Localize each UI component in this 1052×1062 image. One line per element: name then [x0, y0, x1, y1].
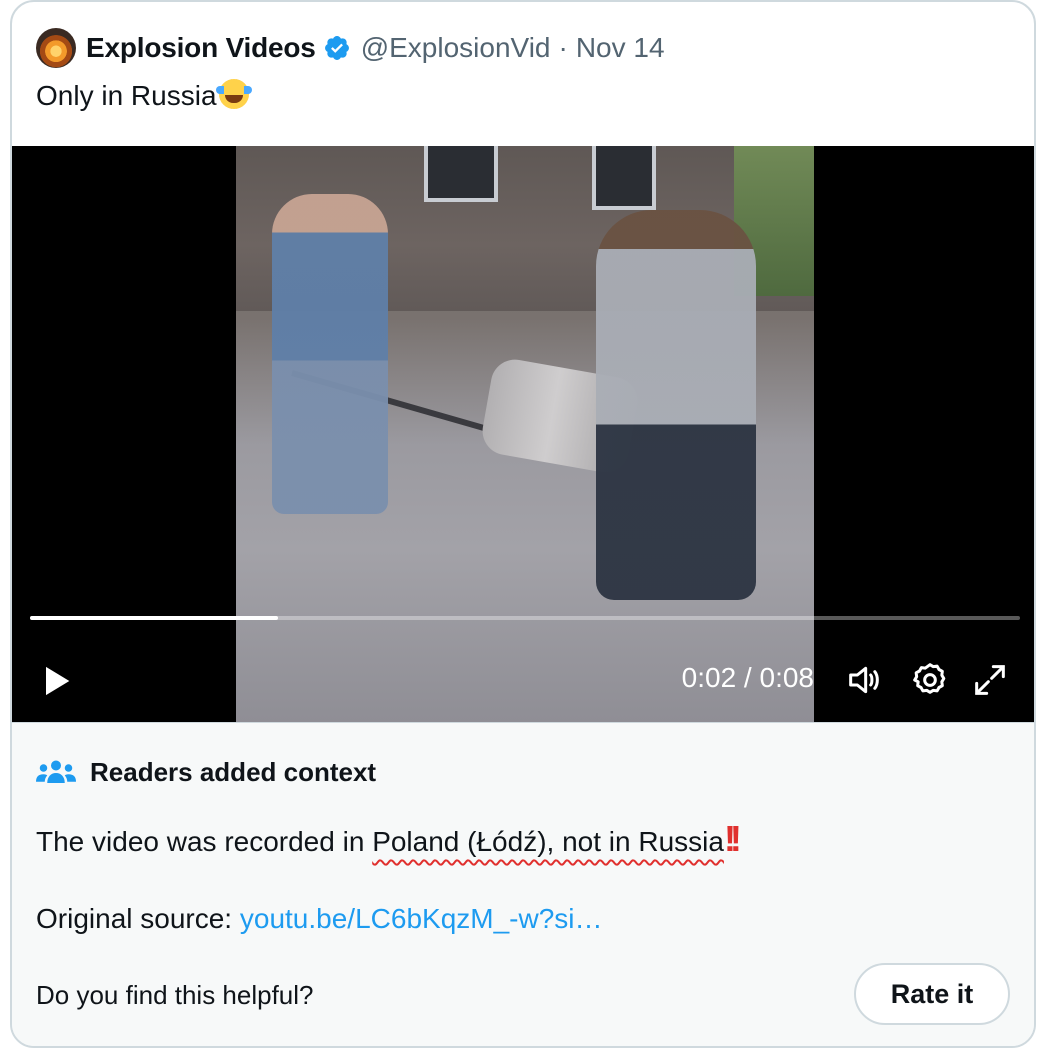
readers-people-icon	[36, 760, 76, 783]
settings-gear-icon[interactable]	[910, 660, 950, 700]
note-source: Original source: youtu.be/LC6bKqzM_-w?si…	[36, 901, 603, 937]
video-scene-window	[424, 146, 498, 202]
helpful-question: Do you find this helpful?	[36, 980, 314, 1010]
verified-badge-icon	[324, 36, 349, 60]
community-note-text: The video was recorded in Poland (Łódź),…	[36, 818, 742, 860]
video-player[interactable]: 0:02 / 0:08	[12, 146, 1034, 722]
author-name[interactable]: Explosion Videos	[86, 32, 316, 64]
community-note: Readers added context The video was reco…	[12, 722, 1034, 1046]
author-handle[interactable]: @ExplosionVid	[361, 32, 551, 64]
community-note-header: Readers added context	[36, 757, 376, 788]
video-progress-bar[interactable]	[30, 616, 1020, 620]
tweet-header: Explosion Videos @ExplosionVid · Nov 14	[36, 28, 665, 68]
fullscreen-icon[interactable]	[970, 660, 1010, 700]
tweet-text-content: Only in Russia	[36, 80, 217, 111]
video-time: 0:02 / 0:08	[681, 662, 814, 693]
note-source-link[interactable]: youtu.be/LC6bKqzM_-w?si…	[240, 903, 603, 934]
video-scene-person	[596, 210, 756, 600]
volume-icon[interactable]	[844, 660, 884, 700]
tears-of-joy-emoji-icon	[215, 79, 252, 109]
play-icon[interactable]	[36, 661, 76, 701]
separator-dot: ·	[558, 32, 568, 63]
video-frame[interactable]	[236, 146, 814, 722]
avatar[interactable]	[36, 28, 76, 68]
tweet-text: Only in Russia	[36, 76, 252, 116]
rate-it-button[interactable]: Rate it	[854, 963, 1010, 1025]
note-text-highlight: Poland (Łódź), not in Russia	[372, 826, 724, 857]
video-progress-fill	[30, 616, 278, 620]
community-note-title: Readers added context	[90, 757, 377, 787]
video-controls: 0:02 / 0:08	[12, 646, 1034, 716]
tweet-date[interactable]: Nov 14	[576, 32, 665, 64]
video-scene-person	[272, 194, 388, 514]
double-exclamation-icon: !!	[723, 818, 742, 859]
tweet-card[interactable]: Explosion Videos @ExplosionVid · Nov 14 …	[10, 0, 1036, 1048]
note-text-prefix: The video was recorded in	[36, 826, 373, 857]
note-source-label: Original source:	[36, 903, 240, 934]
video-scene-window	[592, 146, 656, 210]
